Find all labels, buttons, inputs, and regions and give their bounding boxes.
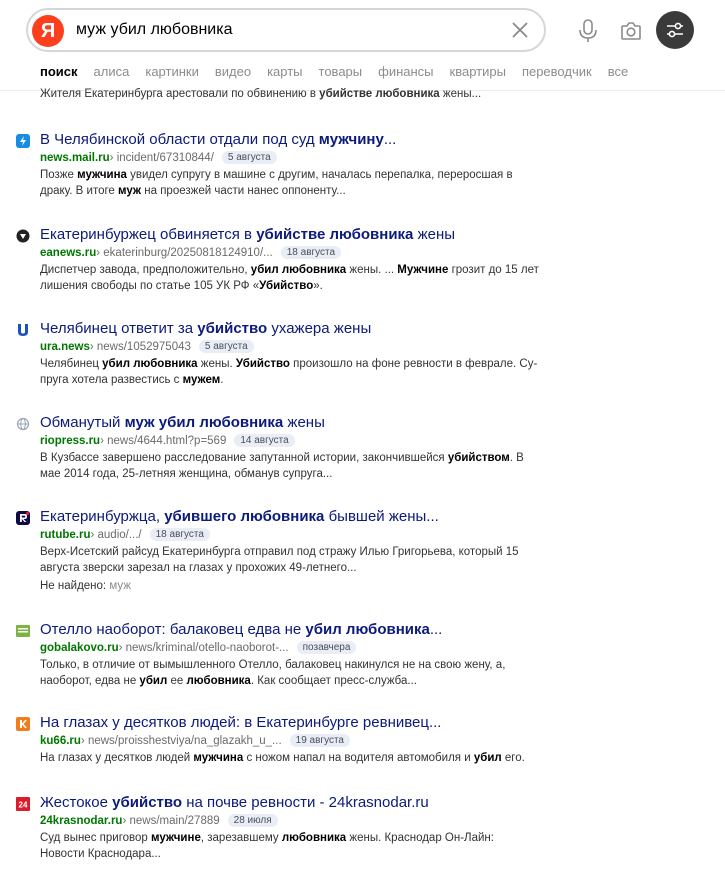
- result-path: › audio/.../: [90, 528, 142, 541]
- date-badge: позавчера: [296, 641, 357, 654]
- result-host: ku66.ru: [40, 734, 81, 747]
- result-path: › news/proisshestviya/na_glazakh_u_...: [80, 734, 282, 747]
- result-url[interactable]: ura.news › news/1052975043 5 августа: [40, 340, 254, 353]
- sliders-icon: [667, 22, 683, 38]
- filters-button[interactable]: [656, 11, 694, 49]
- search-header: Я муж убил любовника поиск алиса картинки в…: [0, 0, 725, 91]
- result-snippet: Челябинец убил любовника жены. Убийство …: [40, 358, 538, 386]
- search-input[interactable]: муж убил любовника: [76, 21, 233, 39]
- result-url[interactable]: ku66.ru › news/proisshestviya/na_glazakh…: [40, 734, 350, 747]
- result-title-link[interactable]: В Челябинской области отдали под суд муж…: [40, 131, 396, 148]
- result-host: ura.news: [40, 340, 90, 353]
- result-path: › ekaterinburg/20250818124910/...: [96, 246, 273, 259]
- result-host: gobalakovo.ru: [40, 641, 119, 654]
- search-result: Екатеринбуржец обвиняется в убийстве люб…: [16, 226, 546, 306]
- result-title-link[interactable]: Челябинец ответит за убийство ухажера же…: [40, 320, 371, 337]
- lightning-icon: [16, 134, 30, 148]
- result-snippet: Верх-Исетский райсуд Екатеринбурга отпра…: [40, 546, 519, 574]
- date-badge: 14 августа: [234, 434, 295, 447]
- svg-text:24: 24: [19, 801, 28, 810]
- tab-5[interactable]: товары: [319, 64, 363, 79]
- result-url[interactable]: eanews.ru › ekaterinburg/20250818124910/…: [40, 246, 342, 259]
- camera-search-icon[interactable]: [619, 19, 643, 43]
- ura-icon: [18, 324, 28, 336]
- tab-1[interactable]: алиса: [94, 64, 130, 79]
- 24krasnodar-icon: 24: [16, 797, 30, 811]
- result-title-link[interactable]: Жестокое убийство на почве ревности - 24…: [40, 794, 429, 811]
- close-icon[interactable]: [510, 20, 530, 40]
- not-found-note: Не найдено: муж: [40, 580, 131, 592]
- result-path: › news/main/27889: [122, 814, 220, 827]
- result-snippet: Диспетчер завода, предположительно, убил…: [40, 264, 539, 292]
- globe-icon: [16, 417, 30, 431]
- top-partial-snippet: Жителя Екатеринбурга арестовали по обвин…: [40, 88, 482, 100]
- result-snippet: Позже мужчина увидел супругу в машине с …: [40, 169, 513, 197]
- result-url[interactable]: rutube.ru › audio/.../ 18 августа: [40, 528, 210, 541]
- search-result: В Челябинской области отдали под суд муж…: [16, 131, 546, 211]
- yandex-logo[interactable]: Я: [32, 15, 64, 47]
- search-tabs: поиск алиса картинки видео карты товары финанс…: [40, 64, 644, 79]
- date-badge: 19 августа: [289, 734, 350, 747]
- result-snippet: В Кузбассе завершено расследование запут…: [40, 452, 524, 480]
- search-result: Екатеринбуржца, убившего любовника бывше…: [16, 508, 546, 592]
- result-path: › news/1052975043: [89, 340, 191, 353]
- result-snippet: Только, в отличие от вымышленного Отелло…: [40, 659, 506, 687]
- tab-3[interactable]: видео: [215, 64, 251, 79]
- result-host: news.mail.ru: [40, 151, 110, 164]
- result-url[interactable]: news.mail.ru › incident/67310844/5 авгус…: [40, 151, 277, 164]
- date-badge: 5 августа: [198, 340, 254, 353]
- microphone-icon[interactable]: [577, 18, 599, 44]
- tab-8[interactable]: переводчик: [522, 64, 592, 79]
- search-result: 24 Жестокое убийство на почве ревности - …: [16, 794, 546, 874]
- result-host: rutube.ru: [40, 528, 91, 541]
- search-result: Челябинец ответит за убийство ухажера же…: [16, 320, 546, 400]
- eanews-icon: [16, 229, 30, 243]
- search-result: На глазах у десятков людей: в Екатеринбу…: [16, 714, 546, 794]
- tab-2[interactable]: картинки: [145, 64, 199, 79]
- date-badge: 5 августа: [221, 151, 277, 164]
- search-result: Обманутый муж убил любовника жены riopres…: [16, 414, 546, 494]
- result-url[interactable]: gobalakovo.ru › news/kriminal/otello-nao…: [40, 641, 357, 654]
- result-snippet: На глазах у десятков людей мужчина с нож…: [40, 752, 525, 764]
- result-title-link[interactable]: Обманутый муж убил любовника жены: [40, 414, 325, 431]
- tab-6[interactable]: финансы: [378, 64, 433, 79]
- result-host: 24krasnodar.ru: [40, 814, 123, 827]
- date-badge: 28 июля: [227, 814, 278, 827]
- result-title-link[interactable]: Екатеринбуржца, убившего любовника бывше…: [40, 508, 439, 525]
- tab-9[interactable]: все: [608, 64, 629, 79]
- result-path: › incident/67310844/: [109, 151, 214, 164]
- result-url[interactable]: riopress.ru › news/4644.html?p=569 14 авг…: [40, 434, 295, 447]
- result-host: riopress.ru: [40, 434, 101, 447]
- gobalakovo-icon: [16, 625, 30, 637]
- result-snippet: Суд вынес приговор мужчине, зарезавшему …: [40, 832, 494, 860]
- tab-7[interactable]: квартиры: [450, 64, 506, 79]
- search-box[interactable]: Я муж убил любовника: [26, 8, 546, 52]
- result-title-link[interactable]: Отелло наоборот: балаковец едва не убил …: [40, 621, 442, 638]
- result-title-link[interactable]: Екатеринбуржец обвиняется в убийстве люб…: [40, 226, 455, 243]
- ku66-icon: [16, 717, 30, 731]
- result-host: eanews.ru: [40, 246, 97, 259]
- result-title-link[interactable]: На глазах у десятков людей: в Екатеринбу…: [40, 714, 441, 731]
- result-url[interactable]: 24krasnodar.ru › news/main/27889 28 июля: [40, 814, 278, 827]
- search-result: Отелло наоборот: балаковец едва не убил …: [16, 621, 546, 701]
- result-path: › news/4644.html?p=569: [100, 434, 227, 447]
- result-path: › news/kriminal/otello-naoborot-...: [118, 641, 289, 654]
- tab-4[interactable]: карты: [267, 64, 302, 79]
- tab-0[interactable]: поиск: [40, 64, 78, 79]
- date-badge: 18 августа: [280, 246, 342, 259]
- rutube-icon: [16, 511, 30, 525]
- date-badge: 18 августа: [149, 528, 210, 541]
